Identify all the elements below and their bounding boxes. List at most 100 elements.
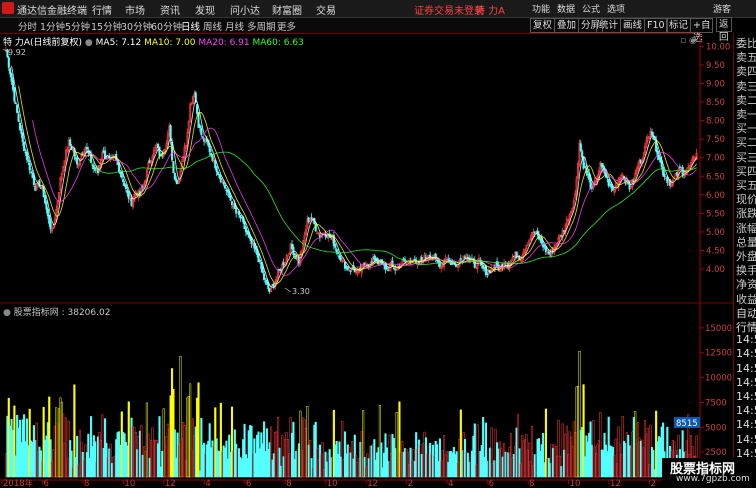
adjust-button[interactable]: 复权	[530, 18, 556, 33]
ma5-line	[11, 65, 697, 289]
period-60min[interactable]: 60分钟	[151, 19, 182, 33]
menu-function[interactable]: 功能	[532, 2, 550, 15]
date-tick-label: 2	[408, 479, 413, 487]
kline-chart[interactable]: 10.00 9.50 9.00 8.50 8.00 7.50 7.00 6.50 6.00 5.5…	[0, 33, 733, 487]
candle-body	[76, 157, 79, 165]
menu-data[interactable]: 数据	[557, 2, 575, 15]
candle-body	[173, 172, 176, 180]
candle-body	[25, 151, 28, 160]
volume-bar	[197, 382, 200, 478]
app-logo-icon	[2, 2, 14, 14]
period-daily[interactable]: 日线	[181, 19, 200, 33]
login-warning[interactable]: 证券交易未登录	[414, 2, 484, 17]
low-pointer	[284, 287, 292, 293]
candle-body	[583, 166, 587, 168]
menu-item-ask[interactable]: 问小达	[230, 2, 260, 17]
volume-tick-label: 5000	[705, 423, 727, 433]
candle-body	[17, 114, 20, 122]
date-tick-label: 6	[489, 479, 494, 487]
candle-body	[200, 128, 203, 135]
add-watchlist-button[interactable]: +自选	[690, 18, 714, 44]
price-tick-label: 8.00	[706, 117, 725, 127]
price-tick-label: 4.00	[706, 265, 725, 275]
date-tick-label: 10	[570, 479, 581, 487]
candle-body	[30, 171, 33, 174]
return-button[interactable]: 返回	[716, 17, 732, 43]
candle-body	[44, 195, 47, 204]
candles	[2, 46, 698, 294]
volume-tick-label: 7500	[705, 398, 727, 408]
candle-body	[579, 143, 582, 151]
menu-formula[interactable]: 公式	[582, 2, 600, 15]
menu-options[interactable]: 选项	[607, 2, 625, 15]
quote-panel-label: 14:5	[736, 333, 756, 347]
legend-ma20: MA20: 6.91	[198, 38, 250, 48]
menu-item-wealth[interactable]: 财富圈	[272, 2, 302, 17]
date-tick-label: 12	[610, 479, 621, 487]
volume-dot-icon: ●	[3, 308, 11, 318]
volume-tick-label: 2500	[705, 448, 727, 458]
menu-item-quotes[interactable]: 行情	[92, 2, 112, 17]
candle-body	[650, 131, 654, 136]
date-tick-label: 4	[205, 479, 210, 487]
date-tick-label: 10	[124, 479, 135, 487]
period-5min[interactable]: 5分钟	[65, 19, 90, 33]
candle-body	[581, 151, 584, 158]
date-tick-label: 8	[286, 479, 291, 487]
volume-legend-text: 股票指标网 : 38206.02	[13, 308, 111, 318]
period-15min[interactable]: 15分钟	[91, 19, 122, 33]
period-timeshare[interactable]: 分时	[18, 19, 37, 33]
period-monthly[interactable]: 月线	[225, 19, 244, 33]
legend-ma60: MA60: 6.63	[252, 38, 304, 48]
settings-icon[interactable]: ◉	[689, 36, 697, 46]
legend-title: 特 力A(日线前复权)	[3, 38, 83, 48]
period-multi[interactable]: 多周期	[247, 19, 276, 33]
candle-body	[7, 57, 10, 68]
statistics-button[interactable]: 统计	[596, 18, 622, 33]
menu-item-trade[interactable]: 交易	[316, 2, 336, 17]
price-tick-label: 4.50	[706, 246, 725, 256]
candle-body	[314, 223, 317, 232]
period-more[interactable]: 更多	[277, 19, 296, 33]
period-30min[interactable]: 30分钟	[121, 19, 152, 33]
candle-body	[9, 68, 12, 75]
candle-body	[14, 102, 17, 104]
chart-legend: 特 力A(日线前复权) ● MA5: 7.12 MA10: 7.00 MA20:…	[3, 35, 304, 48]
period-toolbar: 分时 1分钟 5分钟 15分钟 30分钟 60分钟 日线 周线 月线 多周期 更…	[0, 17, 732, 44]
volume-axis: 15000 12500 10000 7500 5000 2500	[700, 324, 732, 458]
candle-body	[459, 258, 462, 260]
price-tick-label: 8.50	[706, 98, 725, 108]
period-weekly[interactable]: 周线	[203, 19, 222, 33]
price-tick-label: 7.50	[706, 135, 725, 145]
candle-body	[32, 175, 35, 185]
overlay-button[interactable]: 叠加	[554, 18, 580, 33]
candle-body	[85, 146, 88, 150]
expand-icon[interactable]: ▫	[680, 36, 686, 46]
candle-body	[49, 221, 52, 230]
candle-body	[21, 132, 24, 143]
candle-body	[13, 87, 16, 102]
menu-item-discover[interactable]: 发现	[195, 2, 215, 17]
quote-panel: 委比 卖五 卖四 卖三 卖二 卖一 买一 买二 买三 买四 买五 现价 涨跌 涨幅 总量 外盘 换手 净资 收益 自动…	[733, 33, 756, 488]
candle-body	[124, 184, 128, 189]
candle-body	[223, 184, 227, 189]
menu-item-market[interactable]: 市场	[125, 2, 145, 17]
quote-panel-label: 14:5	[736, 375, 756, 389]
volume-tick-label: 12500	[705, 349, 732, 359]
candle-body	[392, 267, 395, 270]
price-tick-label: 9.00	[706, 80, 725, 90]
f10-button[interactable]: F10	[644, 18, 668, 33]
candle-body	[486, 273, 489, 276]
menu-item-news[interactable]: 资讯	[160, 2, 180, 17]
price-tick-label: 6.50	[706, 172, 725, 182]
candle-body	[69, 139, 72, 146]
candle-body	[420, 257, 423, 262]
candle-body	[218, 174, 221, 178]
mark-button[interactable]: 标记	[666, 18, 692, 33]
candle-body	[222, 182, 225, 185]
price-tick-label: 6.00	[706, 191, 725, 201]
draw-line-button[interactable]: 画线	[620, 18, 646, 33]
legend-dot-icon: ●	[84, 38, 93, 48]
guest-account[interactable]: 游客	[713, 2, 731, 15]
period-1min[interactable]: 1分钟	[40, 19, 65, 33]
